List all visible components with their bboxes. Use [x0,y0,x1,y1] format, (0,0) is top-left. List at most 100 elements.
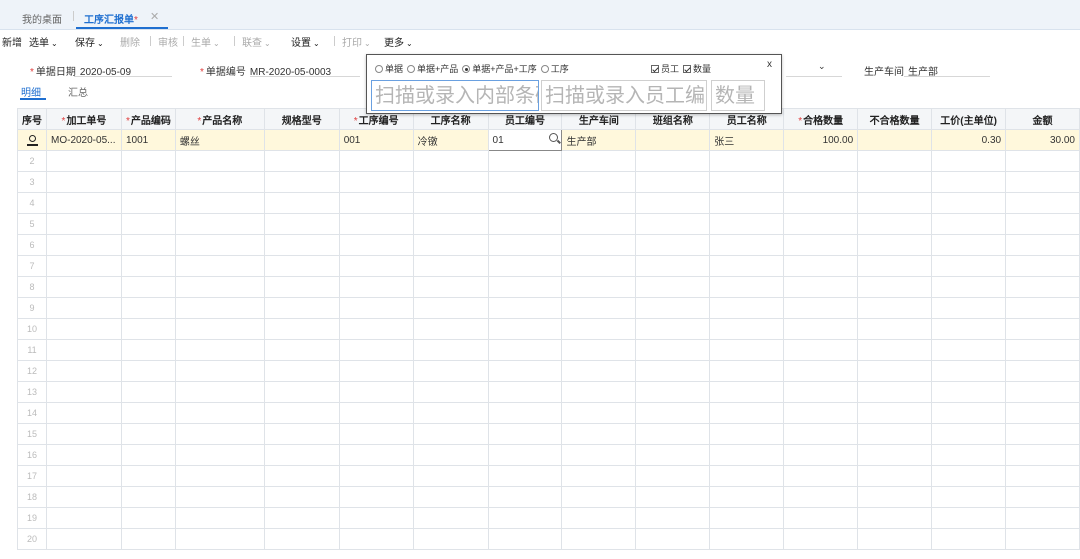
grid-cell[interactable] [931,444,1007,466]
grid-cell[interactable] [561,486,637,508]
grid-cell[interactable] [931,402,1007,424]
grid-cell[interactable] [635,507,711,529]
table-row[interactable]: 13 [17,381,1080,403]
grid-cell[interactable] [338,297,414,319]
grid-cell[interactable] [783,339,859,361]
grid-cell[interactable] [857,486,933,508]
grid-cell[interactable] [931,486,1007,508]
grid-cell[interactable] [709,318,785,340]
product-code-cell[interactable]: 1001 [120,129,176,151]
grid-cell[interactable] [709,234,785,256]
grid-cell[interactable] [120,528,176,550]
grid-cell[interactable] [1005,528,1080,550]
grid-cell[interactable] [635,213,711,235]
grid-cell[interactable] [931,171,1007,193]
grid-cell[interactable] [1005,444,1080,466]
grid-cell[interactable] [174,234,265,256]
grid-cell[interactable] [174,360,265,382]
qualified-qty-cell[interactable]: 100.00 [783,129,859,151]
grid-cell[interactable] [635,381,711,403]
grid-cell[interactable] [1005,213,1080,235]
search-icon[interactable] [549,133,559,142]
grid-cell[interactable] [561,360,637,382]
grid-cell[interactable] [783,213,859,235]
table-row[interactable]: MO-2020-05... 1001 螺丝 001 冷镦 01 生产部 张三 1… [17,129,1080,151]
column-header[interactable]: 工价(主单位) [931,108,1007,130]
grid-cell[interactable] [1005,465,1080,487]
grid-cell[interactable] [783,507,859,529]
grid-cell[interactable] [635,150,711,172]
grid-cell[interactable] [561,528,637,550]
more-button[interactable]: 更多 ⌄ [384,34,413,49]
employee-no-input[interactable]: 01 [487,129,563,151]
grid-cell[interactable] [709,150,785,172]
grid-cell[interactable] [338,276,414,298]
column-header[interactable]: *产品名称 [174,108,265,130]
grid-cell[interactable] [174,213,265,235]
generate-button[interactable]: 生单 ⌄ [191,34,220,49]
grid-cell[interactable] [412,192,489,214]
grid-cell[interactable] [46,339,122,361]
grid-cell[interactable] [1005,360,1080,382]
table-row[interactable]: 17 [17,465,1080,487]
grid-cell[interactable] [783,171,859,193]
price-cell[interactable]: 0.30 [931,129,1007,151]
grid-cell[interactable] [857,528,933,550]
column-header[interactable]: 金额 [1005,108,1080,130]
grid-cell[interactable] [561,381,637,403]
grid-cell[interactable] [783,402,859,424]
grid-cell[interactable] [120,255,176,277]
grid-cell[interactable] [931,528,1007,550]
grid-cell[interactable] [931,213,1007,235]
grid-cell[interactable] [783,444,859,466]
scan-mode-radio[interactable]: 工序 [540,64,569,74]
quantity-scan-input[interactable]: 数量 [711,80,765,111]
popup-close-icon[interactable]: x [767,59,772,70]
grid-cell[interactable] [174,465,265,487]
grid-cell[interactable] [709,402,785,424]
table-row[interactable]: 6 [17,234,1080,256]
grid-cell[interactable] [487,339,563,361]
tab-detail[interactable]: 明细 [21,84,41,99]
grid-cell[interactable] [1005,486,1080,508]
settings-button[interactable]: 设置 ⌄ [291,34,320,49]
grid-cell[interactable] [120,444,176,466]
grid-cell[interactable] [174,381,265,403]
grid-cell[interactable] [709,360,785,382]
workshop-cell[interactable]: 生产部 [561,129,637,151]
grid-cell[interactable] [174,276,265,298]
grid-cell[interactable] [174,444,265,466]
grid-cell[interactable] [857,381,933,403]
grid-cell[interactable] [263,528,340,550]
grid-cell[interactable] [412,318,489,340]
grid-cell[interactable] [263,318,340,340]
unqualified-qty-cell[interactable] [857,129,933,151]
grid-cell[interactable] [338,465,414,487]
grid-cell[interactable] [1005,192,1080,214]
grid-cell[interactable] [635,360,711,382]
grid-cell[interactable] [709,171,785,193]
table-row[interactable]: 11 [17,339,1080,361]
grid-cell[interactable] [1005,318,1080,340]
grid-cell[interactable] [120,192,176,214]
grid-cell[interactable] [857,213,933,235]
grid-cell[interactable] [263,465,340,487]
grid-cell[interactable] [46,192,122,214]
grid-cell[interactable] [263,150,340,172]
grid-cell[interactable] [857,276,933,298]
grid-cell[interactable] [174,318,265,340]
delete-button[interactable]: 删除 [120,34,140,49]
grid-cell[interactable] [46,213,122,235]
scan-mode-radio[interactable]: 单据+产品+工序 [462,64,537,74]
grid-cell[interactable] [561,318,637,340]
grid-cell[interactable] [46,528,122,550]
grid-cell[interactable] [709,213,785,235]
process-name-cell[interactable]: 冷镦 [412,129,489,151]
print-button[interactable]: 打印 ⌄ [342,34,371,49]
grid-cell[interactable] [931,507,1007,529]
grid-cell[interactable] [1005,297,1080,319]
grid-cell[interactable] [783,150,859,172]
grid-cell[interactable] [1005,402,1080,424]
column-header[interactable]: *加工单号 [46,108,122,130]
grid-cell[interactable] [120,381,176,403]
